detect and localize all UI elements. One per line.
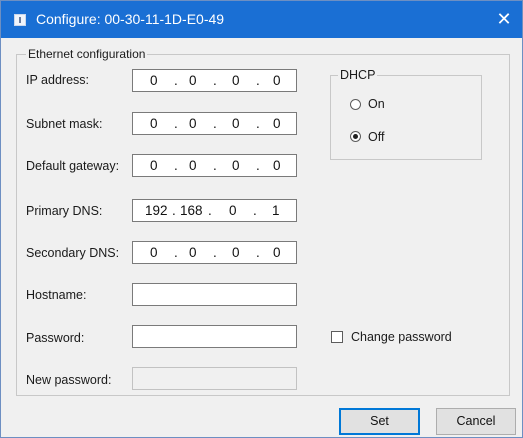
dhcp-group-label: DHCP [338, 68, 378, 82]
close-icon[interactable]: ✕ [489, 4, 519, 34]
window-title: Configure: 00-30-11-1D-E0-49 [36, 11, 225, 27]
subnet-mask-octet-4[interactable]: 0 [273, 116, 281, 131]
default-gateway-octet-3[interactable]: 0 [232, 158, 240, 173]
primary-dns-octet-3[interactable]: 0 [229, 203, 237, 218]
octet-separator: . [208, 203, 212, 218]
ip-address-octet-1[interactable]: 0 [150, 73, 158, 88]
octet-separator: . [172, 203, 176, 218]
octet-separator: . [256, 73, 260, 88]
secondary-dns-octet-3[interactable]: 0 [232, 245, 240, 260]
default-gateway-octet-4[interactable]: 0 [273, 158, 281, 173]
ip-address-label: IP address: [26, 73, 90, 87]
secondary-dns-octet-4[interactable]: 0 [273, 245, 281, 260]
change-password-checkbox[interactable] [331, 331, 343, 343]
new-password-input [132, 367, 297, 390]
dhcp-on-label[interactable]: On [368, 97, 385, 111]
new-password-label: New password: [26, 373, 112, 387]
subnet-mask-label: Subnet mask: [26, 117, 103, 131]
default-gateway-octet-1[interactable]: 0 [150, 158, 158, 173]
primary-dns-octet-1[interactable]: 192 [145, 203, 168, 218]
subnet-mask-octet-2[interactable]: 0 [189, 116, 197, 131]
default-gateway-octet-2[interactable]: 0 [189, 158, 197, 173]
octet-separator: . [174, 158, 178, 173]
ip-address-octet-2[interactable]: 0 [189, 73, 197, 88]
octet-separator: . [256, 116, 260, 131]
primary-dns-octet-2[interactable]: 168 [180, 203, 203, 218]
octet-separator: . [213, 73, 217, 88]
octet-separator: . [174, 116, 178, 131]
primary-dns-octet-4[interactable]: 1 [272, 203, 280, 218]
dhcp-on-radio[interactable] [350, 99, 361, 110]
subnet-mask-octet-1[interactable]: 0 [150, 116, 158, 131]
cancel-button[interactable]: Cancel [436, 408, 516, 435]
octet-separator: . [256, 158, 260, 173]
primary-dns-field[interactable]: 192 . 168 . 0 . 1 [132, 199, 297, 222]
configure-dialog: Configure: 00-30-11-1D-E0-49 ✕ Ethernet … [0, 0, 523, 438]
title-bar[interactable]: Configure: 00-30-11-1D-E0-49 ✕ [1, 1, 522, 38]
octet-separator: . [213, 116, 217, 131]
dhcp-off-label[interactable]: Off [368, 130, 384, 144]
set-button[interactable]: Set [339, 408, 420, 435]
primary-dns-label: Primary DNS: [26, 204, 103, 218]
octet-separator: . [213, 158, 217, 173]
secondary-dns-field[interactable]: 0 . 0 . 0 . 0 [132, 241, 297, 264]
octet-separator: . [256, 245, 260, 260]
default-gateway-label: Default gateway: [26, 159, 120, 173]
hostname-label: Hostname: [26, 288, 87, 302]
secondary-dns-label: Secondary DNS: [26, 246, 120, 260]
default-gateway-field[interactable]: 0 . 0 . 0 . 0 [132, 154, 297, 177]
secondary-dns-octet-1[interactable]: 0 [150, 245, 158, 260]
password-label: Password: [26, 331, 85, 345]
subnet-mask-field[interactable]: 0 . 0 . 0 . 0 [132, 112, 297, 135]
dhcp-group [330, 75, 482, 160]
octet-separator: . [174, 245, 178, 260]
password-input[interactable] [132, 325, 297, 348]
ip-address-octet-3[interactable]: 0 [232, 73, 240, 88]
secondary-dns-octet-2[interactable]: 0 [189, 245, 197, 260]
ethernet-configuration-label: Ethernet configuration [26, 47, 148, 61]
octet-separator: . [174, 73, 178, 88]
change-password-label[interactable]: Change password [351, 330, 452, 344]
dhcp-off-radio[interactable] [350, 131, 361, 142]
octet-separator: . [253, 203, 257, 218]
ip-address-octet-4[interactable]: 0 [273, 73, 281, 88]
hostname-input[interactable] [132, 283, 297, 306]
octet-separator: . [213, 245, 217, 260]
subnet-mask-octet-3[interactable]: 0 [232, 116, 240, 131]
ip-address-field[interactable]: 0 . 0 . 0 . 0 [132, 69, 297, 92]
app-icon [14, 14, 26, 26]
